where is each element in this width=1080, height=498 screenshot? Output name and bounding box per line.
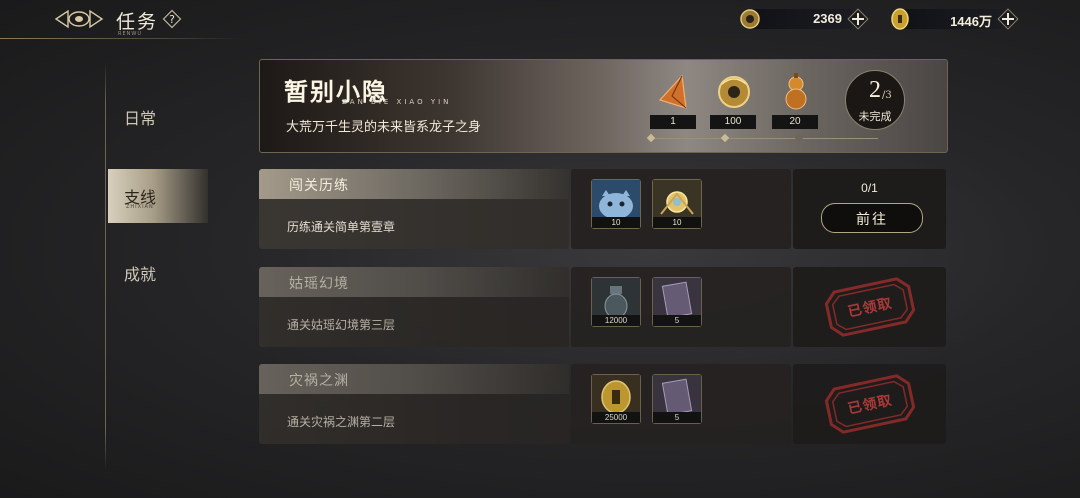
resource-gold: 1446万: [888, 7, 1022, 31]
task-description: 通关姑瑶幻境第三层: [287, 318, 396, 332]
task-name: 灾祸之渊: [289, 373, 349, 389]
progress-current: 2: [869, 77, 881, 103]
scroll-card-icon[interactable]: 5: [652, 277, 702, 327]
chapter-progress-line: [648, 138, 878, 139]
claimed-stamp: 已领取: [818, 277, 922, 337]
item-qty: 10: [653, 217, 701, 228]
gold-coin-value: 1446万: [950, 14, 992, 29]
progress-node: [720, 133, 730, 143]
potion-bottle-icon[interactable]: 12000: [591, 277, 641, 327]
pyramid-gem-icon[interactable]: [652, 70, 696, 114]
reward-qty: 1: [650, 115, 696, 129]
help-icon[interactable]: ?: [162, 9, 182, 29]
task-info: 姑瑶幻境 通关姑瑶幻境第三层: [259, 267, 569, 347]
tab-achievement[interactable]: 成就: [108, 246, 208, 298]
item-qty: 10: [592, 217, 640, 228]
jade-coin-icon: [738, 7, 762, 31]
claimed-stamp: 已领取: [818, 374, 922, 434]
item-qty: 25000: [592, 412, 640, 423]
chapter-description: 大荒万千生灵的未来皆系龙子之身: [286, 120, 482, 135]
task-action-panel: 已领取: [793, 267, 946, 347]
gourd-icon[interactable]: [774, 70, 818, 114]
task-rewards: 12000 5: [571, 267, 791, 347]
add-gold-button[interactable]: [996, 7, 1020, 31]
progress-node: [794, 133, 804, 143]
go-button-label: 前往: [856, 212, 888, 228]
task-rewards: 25000 5: [571, 364, 791, 444]
chapter-progress-circle[interactable]: 2 /3 未完成: [845, 70, 905, 130]
progress-status: 未完成: [858, 110, 892, 123]
blue-creature-icon[interactable]: 10: [591, 179, 641, 229]
progress-total: /3: [882, 90, 892, 101]
header-divider: [0, 38, 240, 39]
tab-side-quest-sub: ZHIXIAN: [126, 204, 154, 210]
sidebar-rail: [105, 62, 106, 470]
gold-orb-icon[interactable]: 10: [652, 179, 702, 229]
task-row: 姑瑶幻境 通关姑瑶幻境第三层 12000 5 已领取: [259, 267, 946, 347]
item-qty: 5: [653, 412, 701, 423]
chapter-pinyin: ZAN BIE XIAO YIN: [342, 98, 452, 106]
add-jade-button[interactable]: [846, 7, 870, 31]
tab-side-quest[interactable]: 支线 ZHIXIAN: [108, 169, 208, 223]
page-subtitle: RENWU: [118, 31, 142, 37]
gold-coin-icon[interactable]: 25000: [591, 374, 641, 424]
svg-text:?: ?: [169, 13, 175, 26]
task-info: 灾祸之渊 通关灾祸之渊第二层: [259, 364, 569, 444]
resource-jade: 2369: [738, 7, 872, 31]
tab-daily-label: 日常: [124, 109, 157, 128]
back-emblem-icon[interactable]: [54, 7, 104, 31]
item-qty: 12000: [592, 315, 640, 326]
task-description: 通关灾祸之渊第二层: [287, 415, 396, 429]
task-row: 灾祸之渊 通关灾祸之渊第二层 25000 5 已领取: [259, 364, 946, 444]
task-action-panel: 0/1 前往: [793, 169, 946, 249]
gold-coin-icon: [888, 7, 912, 31]
task-count: 0/1: [861, 181, 878, 195]
tab-achievement-label: 成就: [124, 265, 157, 284]
task-name: 闯关历练: [289, 178, 349, 194]
tab-daily[interactable]: 日常: [108, 90, 208, 142]
go-button[interactable]: 前往: [821, 203, 923, 233]
jade-dragon-coin-icon[interactable]: [712, 70, 756, 114]
task-row: 闯关历练 历练通关简单第壹章 10 10 0/1 前往: [259, 169, 946, 249]
chapter-banner: 暂别小隐 ZAN BIE XIAO YIN 大荒万千生灵的未来皆系龙子之身 1 …: [259, 59, 948, 153]
reward-qty: 20: [772, 115, 818, 129]
progress-node: [646, 133, 656, 143]
task-description: 历练通关简单第壹章: [287, 220, 396, 234]
item-qty: 5: [653, 315, 701, 326]
reward-qty: 100: [710, 115, 756, 129]
jade-coin-value: 2369: [813, 11, 842, 26]
task-rewards: 10 10: [571, 169, 791, 249]
task-info: 闯关历练 历练通关简单第壹章: [259, 169, 569, 249]
scroll-card-icon[interactable]: 5: [652, 374, 702, 424]
page-title: 任务: [116, 11, 159, 33]
task-action-panel: 已领取: [793, 364, 946, 444]
task-name: 姑瑶幻境: [289, 276, 349, 292]
